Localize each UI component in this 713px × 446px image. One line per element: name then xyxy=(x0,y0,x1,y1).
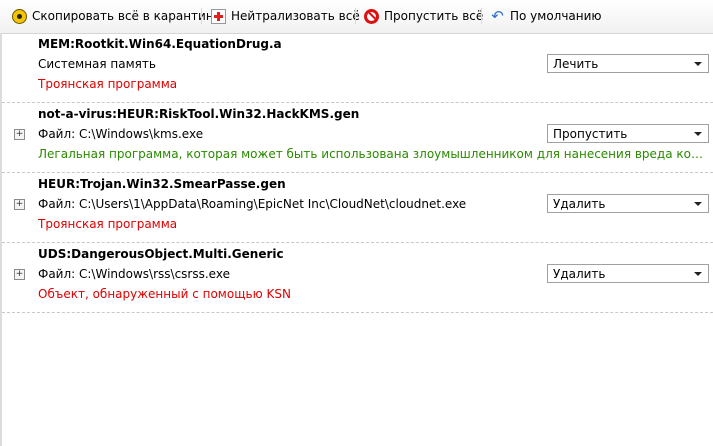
copy-to-quarantine-button[interactable]: Скопировать всё в карантин xyxy=(12,6,214,26)
prohibit-icon xyxy=(364,8,379,24)
action-value: Пропустить xyxy=(553,127,628,141)
radiation-icon xyxy=(12,8,27,24)
default-label: По умолчанию xyxy=(510,9,602,23)
action-dropdown[interactable]: Удалить xyxy=(547,194,709,213)
action-value: Удалить xyxy=(553,267,606,281)
undo-arrow-icon: ↶ xyxy=(491,6,504,25)
threat-file-path: Файл: C:\Windows\kms.exe xyxy=(38,127,204,141)
chevron-down-icon xyxy=(694,62,702,66)
chevron-down-icon xyxy=(694,272,702,276)
threat-name: MEM:Rootkit.Win64.EquationDrug.a xyxy=(38,37,282,51)
neutralize-plus-icon xyxy=(211,8,226,24)
default-button[interactable]: ↶ По умолчанию xyxy=(490,6,602,26)
toolbar-separator xyxy=(481,8,482,24)
action-dropdown[interactable]: Лечить xyxy=(547,54,709,73)
threat-description: Троянская программа xyxy=(38,77,178,91)
threat-name: not-a-virus:HEUR:RiskTool.Win32.HackKMS.… xyxy=(38,107,360,121)
skip-all-button[interactable]: Пропустить всё xyxy=(364,6,483,26)
toolbar-separator xyxy=(355,8,356,24)
neutralize-all-button[interactable]: Нейтрализовать всё xyxy=(211,6,360,26)
row-divider xyxy=(2,312,713,313)
threat-name: HEUR:Trojan.Win32.SmearPasse.gen xyxy=(38,177,286,191)
chevron-down-icon xyxy=(694,202,702,206)
threat-location: Системная память xyxy=(38,57,156,71)
action-value: Удалить xyxy=(553,197,606,211)
action-dropdown[interactable]: Пропустить xyxy=(547,124,709,143)
plus-expander-icon[interactable]: + xyxy=(14,199,25,210)
threat-file-path: Файл: C:\Windows\rss\csrss.exe xyxy=(38,267,230,281)
threat-name: UDS:DangerousObject.Multi.Generic xyxy=(38,247,284,261)
action-value: Лечить xyxy=(553,57,599,71)
copy-to-quarantine-label: Скопировать всё в карантин xyxy=(32,9,214,23)
chevron-down-icon xyxy=(694,132,702,136)
threat-file-path: Файл: C:\Users\1\AppData\Roaming\EpicNet… xyxy=(38,197,467,211)
threat-description: Троянская программа xyxy=(38,217,178,231)
toolbar-separator xyxy=(201,8,202,24)
action-dropdown[interactable]: Удалить xyxy=(547,264,709,283)
threat-row: MEM:Rootkit.Win64.EquationDrug.a Системн… xyxy=(2,33,713,103)
neutralize-all-label: Нейтрализовать всё xyxy=(231,9,360,23)
plus-expander-icon[interactable]: + xyxy=(14,269,25,280)
toolbar: Скопировать всё в карантин Нейтрализоват… xyxy=(0,0,713,34)
plus-expander-icon[interactable]: + xyxy=(14,129,25,140)
threat-row: + not-a-virus:HEUR:RiskTool.Win32.HackKM… xyxy=(2,103,713,173)
threat-description: Легальная программа, которая может быть … xyxy=(38,147,708,161)
skip-all-label: Пропустить всё xyxy=(384,9,484,23)
threat-row: + UDS:DangerousObject.Multi.Generic Файл… xyxy=(2,243,713,313)
threat-row: + HEUR:Trojan.Win32.SmearPasse.gen Файл:… xyxy=(2,173,713,243)
threat-description: Объект, обнаруженный с помощью KSN xyxy=(38,287,291,301)
